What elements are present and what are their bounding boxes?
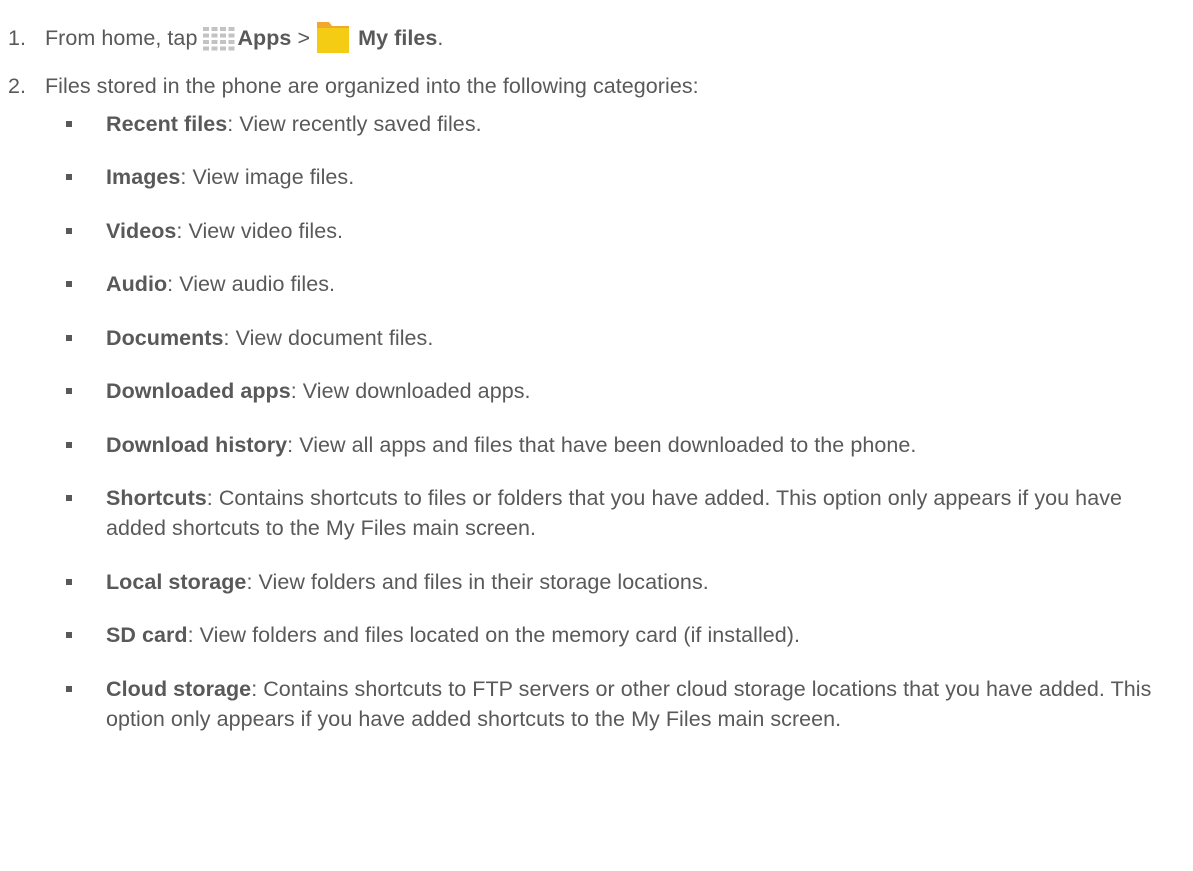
list-item: SD card: View folders and files located …	[106, 620, 1176, 650]
category-desc: : View document files.	[223, 326, 434, 350]
step-1: 1. From home, tap Apps > My files.	[8, 20, 443, 61]
category-name: Shortcuts	[106, 486, 207, 510]
list-item: Recent files: View recently saved files.	[106, 109, 1176, 139]
list-item: Cloud storage: Contains shortcuts to FTP…	[106, 674, 1176, 734]
category-name: Download history	[106, 433, 288, 457]
list-item: Download history: View all apps and file…	[106, 430, 1176, 460]
step-end: .	[437, 26, 444, 50]
category-name: Cloud storage	[106, 677, 252, 701]
bullet-icon	[66, 579, 72, 585]
apps-label: Apps	[237, 26, 292, 50]
category-desc: : View video files.	[176, 219, 344, 243]
folder-icon	[316, 20, 350, 61]
step-2: 2. Files stored in the phone are organize…	[8, 73, 699, 100]
category-name: Audio	[106, 272, 168, 296]
list-item: Images: View image files.	[106, 162, 1176, 192]
bullet-icon	[66, 495, 72, 501]
step-text: From home, tap	[45, 26, 198, 50]
bullet-icon	[66, 442, 72, 448]
category-name: Documents	[106, 326, 224, 350]
list-item: Shortcuts: Contains shortcuts to files o…	[106, 483, 1176, 543]
list-item: Local storage: View folders and files in…	[106, 567, 1176, 597]
category-desc: : Contains shortcuts to files or folders…	[106, 486, 1123, 540]
category-desc: : View folders and files located on the …	[187, 623, 801, 647]
category-name: Recent files	[106, 112, 228, 136]
step-number: 1.	[8, 26, 27, 50]
bullet-icon	[66, 686, 72, 692]
step-text: Files stored in the phone are organized …	[45, 74, 699, 98]
bullet-icon	[66, 281, 72, 287]
separator: >	[297, 26, 311, 50]
category-desc: : View recently saved files.	[227, 112, 482, 136]
category-name: Images	[106, 165, 181, 189]
category-name: Downloaded apps	[106, 379, 291, 403]
category-name: SD card	[106, 623, 188, 647]
list-item: Audio: View audio files.	[106, 269, 1176, 299]
category-desc: : View audio files.	[167, 272, 336, 296]
list-item: Documents: View document files.	[106, 323, 1176, 353]
apps-grid-icon	[203, 27, 235, 58]
category-desc: : View all apps and files that have been…	[287, 433, 917, 457]
list-item: Videos: View video files.	[106, 216, 1176, 246]
bullet-icon	[66, 121, 72, 127]
bullet-icon	[66, 174, 72, 180]
myfiles-label: My files	[358, 26, 438, 50]
category-name: Local storage	[106, 570, 247, 594]
step-number: 2.	[8, 74, 27, 98]
bullet-icon	[66, 632, 72, 638]
bullet-icon	[66, 335, 72, 341]
category-name: Videos	[106, 219, 177, 243]
category-desc: : View folders and files in their storag…	[246, 570, 709, 594]
category-desc: : View image files.	[180, 165, 355, 189]
category-desc: : View downloaded apps.	[290, 379, 531, 403]
bullet-icon	[66, 228, 72, 234]
bullet-icon	[66, 388, 72, 394]
category-desc: : Contains shortcuts to FTP servers or o…	[106, 677, 1152, 731]
list-item: Downloaded apps: View downloaded apps.	[106, 376, 1176, 406]
